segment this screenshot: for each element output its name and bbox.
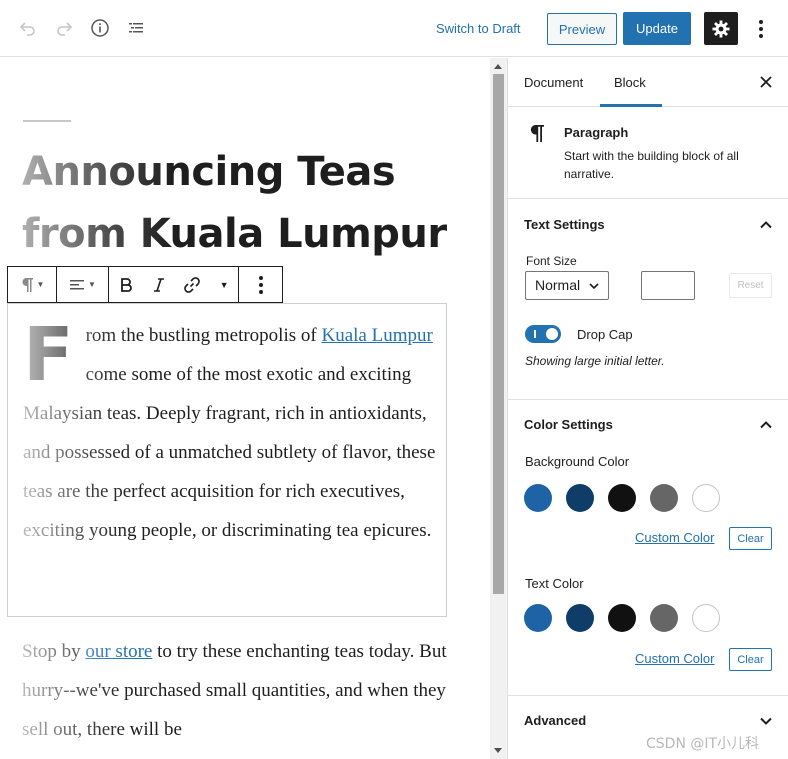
paragraph-block-2[interactable]: Stop by our store to try these enchantin… bbox=[22, 632, 462, 749]
block-type-switcher[interactable]: ▼ bbox=[8, 267, 56, 302]
watermark: CSDN @IT小儿科 bbox=[646, 736, 760, 752]
block-options-button[interactable] bbox=[239, 267, 282, 302]
paragraph-block-selected[interactable]: From the bustling metropolis of Kuala Lu… bbox=[7, 303, 447, 617]
font-size-label: Font Size bbox=[526, 254, 577, 268]
bold-button[interactable] bbox=[109, 267, 143, 302]
tab-document[interactable]: Document bbox=[524, 75, 583, 90]
redo-icon[interactable] bbox=[52, 16, 76, 40]
block-toolbar: ▼ ▼ ▼ bbox=[7, 266, 283, 303]
advanced-title[interactable]: Advanced bbox=[524, 713, 586, 728]
paragraph-icon bbox=[530, 125, 544, 142]
italic-icon bbox=[153, 277, 164, 292]
text-color-swatch-3[interactable] bbox=[608, 604, 636, 632]
post-title-line-1: Announcing Teas bbox=[22, 149, 396, 195]
color-settings-title[interactable]: Color Settings bbox=[524, 417, 613, 432]
background-color-label: Background Color bbox=[525, 454, 630, 469]
link-icon bbox=[184, 276, 201, 293]
more-vertical-icon bbox=[258, 275, 263, 294]
drop-cap-letter: F bbox=[23, 312, 74, 398]
align-button[interactable]: ▼ bbox=[57, 267, 108, 302]
background-color-swatch-4[interactable] bbox=[650, 484, 678, 512]
paragraph-icon bbox=[22, 277, 33, 292]
kuala-lumpur-link[interactable]: Kuala Lumpur bbox=[321, 325, 432, 346]
align-left-icon bbox=[70, 279, 85, 289]
background-color-swatch-2[interactable] bbox=[566, 484, 594, 512]
editor-canvas: Announcing Teas from Kuala Lumpur ▼ ▼ ▼ … bbox=[0, 58, 490, 759]
editor-header: Switch to Draft Preview Update bbox=[0, 0, 788, 57]
chevron-down-icon: ▼ bbox=[219, 279, 229, 290]
settings-sidebar: Document Block Paragraph Start with the … bbox=[507, 58, 788, 759]
our-store-link[interactable]: our store bbox=[85, 641, 152, 662]
text-settings-title[interactable]: Text Settings bbox=[524, 217, 605, 232]
text-color-swatch-5[interactable] bbox=[692, 604, 720, 632]
undo-icon[interactable] bbox=[16, 16, 40, 40]
block-description: Start with the building block of all nar… bbox=[564, 149, 739, 181]
text-clear-button[interactable]: Clear bbox=[729, 648, 772, 671]
list-view-icon[interactable] bbox=[124, 16, 148, 40]
italic-button[interactable] bbox=[143, 267, 175, 302]
paragraph-text[interactable]: From the bustling metropolis of Kuala Lu… bbox=[23, 316, 441, 550]
more-options-button[interactable] bbox=[750, 15, 772, 43]
toggle-on-mark bbox=[534, 330, 536, 338]
more-vertical-icon bbox=[759, 20, 763, 38]
chevron-down-icon: ▼ bbox=[36, 280, 45, 289]
chevron-down-icon[interactable] bbox=[758, 713, 774, 729]
block-name: Paragraph bbox=[564, 125, 629, 140]
toggle-knob bbox=[546, 328, 558, 340]
background-color-swatch-5[interactable] bbox=[692, 484, 720, 512]
drop-cap-help: Showing large initial letter. bbox=[525, 354, 665, 368]
chevron-down-icon: ▼ bbox=[88, 280, 96, 289]
font-size-value: Normal bbox=[535, 277, 581, 293]
more-rich-text-button[interactable]: ▼ bbox=[210, 267, 238, 302]
text-color-swatch-2[interactable] bbox=[566, 604, 594, 632]
preview-button[interactable]: Preview bbox=[547, 13, 617, 45]
background-custom-color-link[interactable]: Custom Color bbox=[635, 530, 714, 545]
chevron-up-icon[interactable] bbox=[758, 217, 774, 233]
chevron-up-icon[interactable] bbox=[758, 417, 774, 433]
sidebar-tabs: Document Block bbox=[508, 58, 788, 107]
switch-to-draft-button[interactable]: Switch to Draft bbox=[436, 21, 521, 36]
block-card: Paragraph Start with the building block … bbox=[508, 107, 788, 199]
custom-font-size-input[interactable] bbox=[641, 271, 695, 300]
chevron-down-icon bbox=[589, 283, 599, 290]
background-color-swatch-3[interactable] bbox=[608, 484, 636, 512]
paragraph-text-start: rom the bustling metropolis of bbox=[85, 325, 322, 346]
scroll-down-arrow-icon[interactable] bbox=[494, 748, 502, 753]
drop-cap-toggle[interactable] bbox=[525, 325, 561, 343]
reset-font-size-button[interactable]: Reset bbox=[729, 273, 772, 298]
info-icon[interactable] bbox=[88, 16, 112, 40]
tab-block[interactable]: Block bbox=[614, 75, 646, 90]
post-title-line-2: from Kuala Lumpur bbox=[22, 211, 447, 257]
background-color-swatch-1[interactable] bbox=[524, 484, 552, 512]
font-size-select[interactable]: Normal bbox=[525, 271, 609, 300]
paragraph2-text-start: Stop by bbox=[22, 641, 86, 662]
close-sidebar-button[interactable] bbox=[756, 72, 776, 92]
drop-cap-label: Drop Cap bbox=[577, 327, 633, 342]
text-custom-color-link[interactable]: Custom Color bbox=[635, 651, 714, 666]
paragraph-text-rest: come some of the most exotic and excitin… bbox=[23, 364, 436, 541]
background-clear-button[interactable]: Clear bbox=[729, 527, 772, 550]
title-separator bbox=[23, 120, 71, 122]
post-title[interactable]: Announcing Teas from Kuala Lumpur bbox=[22, 141, 482, 265]
settings-button[interactable] bbox=[704, 12, 738, 45]
scrollbar-thumb[interactable] bbox=[493, 74, 504, 594]
text-color-swatch-4[interactable] bbox=[650, 604, 678, 632]
link-button[interactable] bbox=[174, 267, 210, 302]
scroll-up-arrow-icon[interactable] bbox=[494, 64, 502, 69]
close-icon bbox=[760, 76, 772, 88]
text-color-label: Text Color bbox=[525, 576, 584, 591]
editor-scrollbar[interactable] bbox=[490, 58, 507, 759]
update-button[interactable]: Update bbox=[623, 12, 691, 45]
gear-icon bbox=[712, 20, 730, 37]
bold-icon bbox=[120, 277, 132, 292]
text-color-swatch-1[interactable] bbox=[524, 604, 552, 632]
